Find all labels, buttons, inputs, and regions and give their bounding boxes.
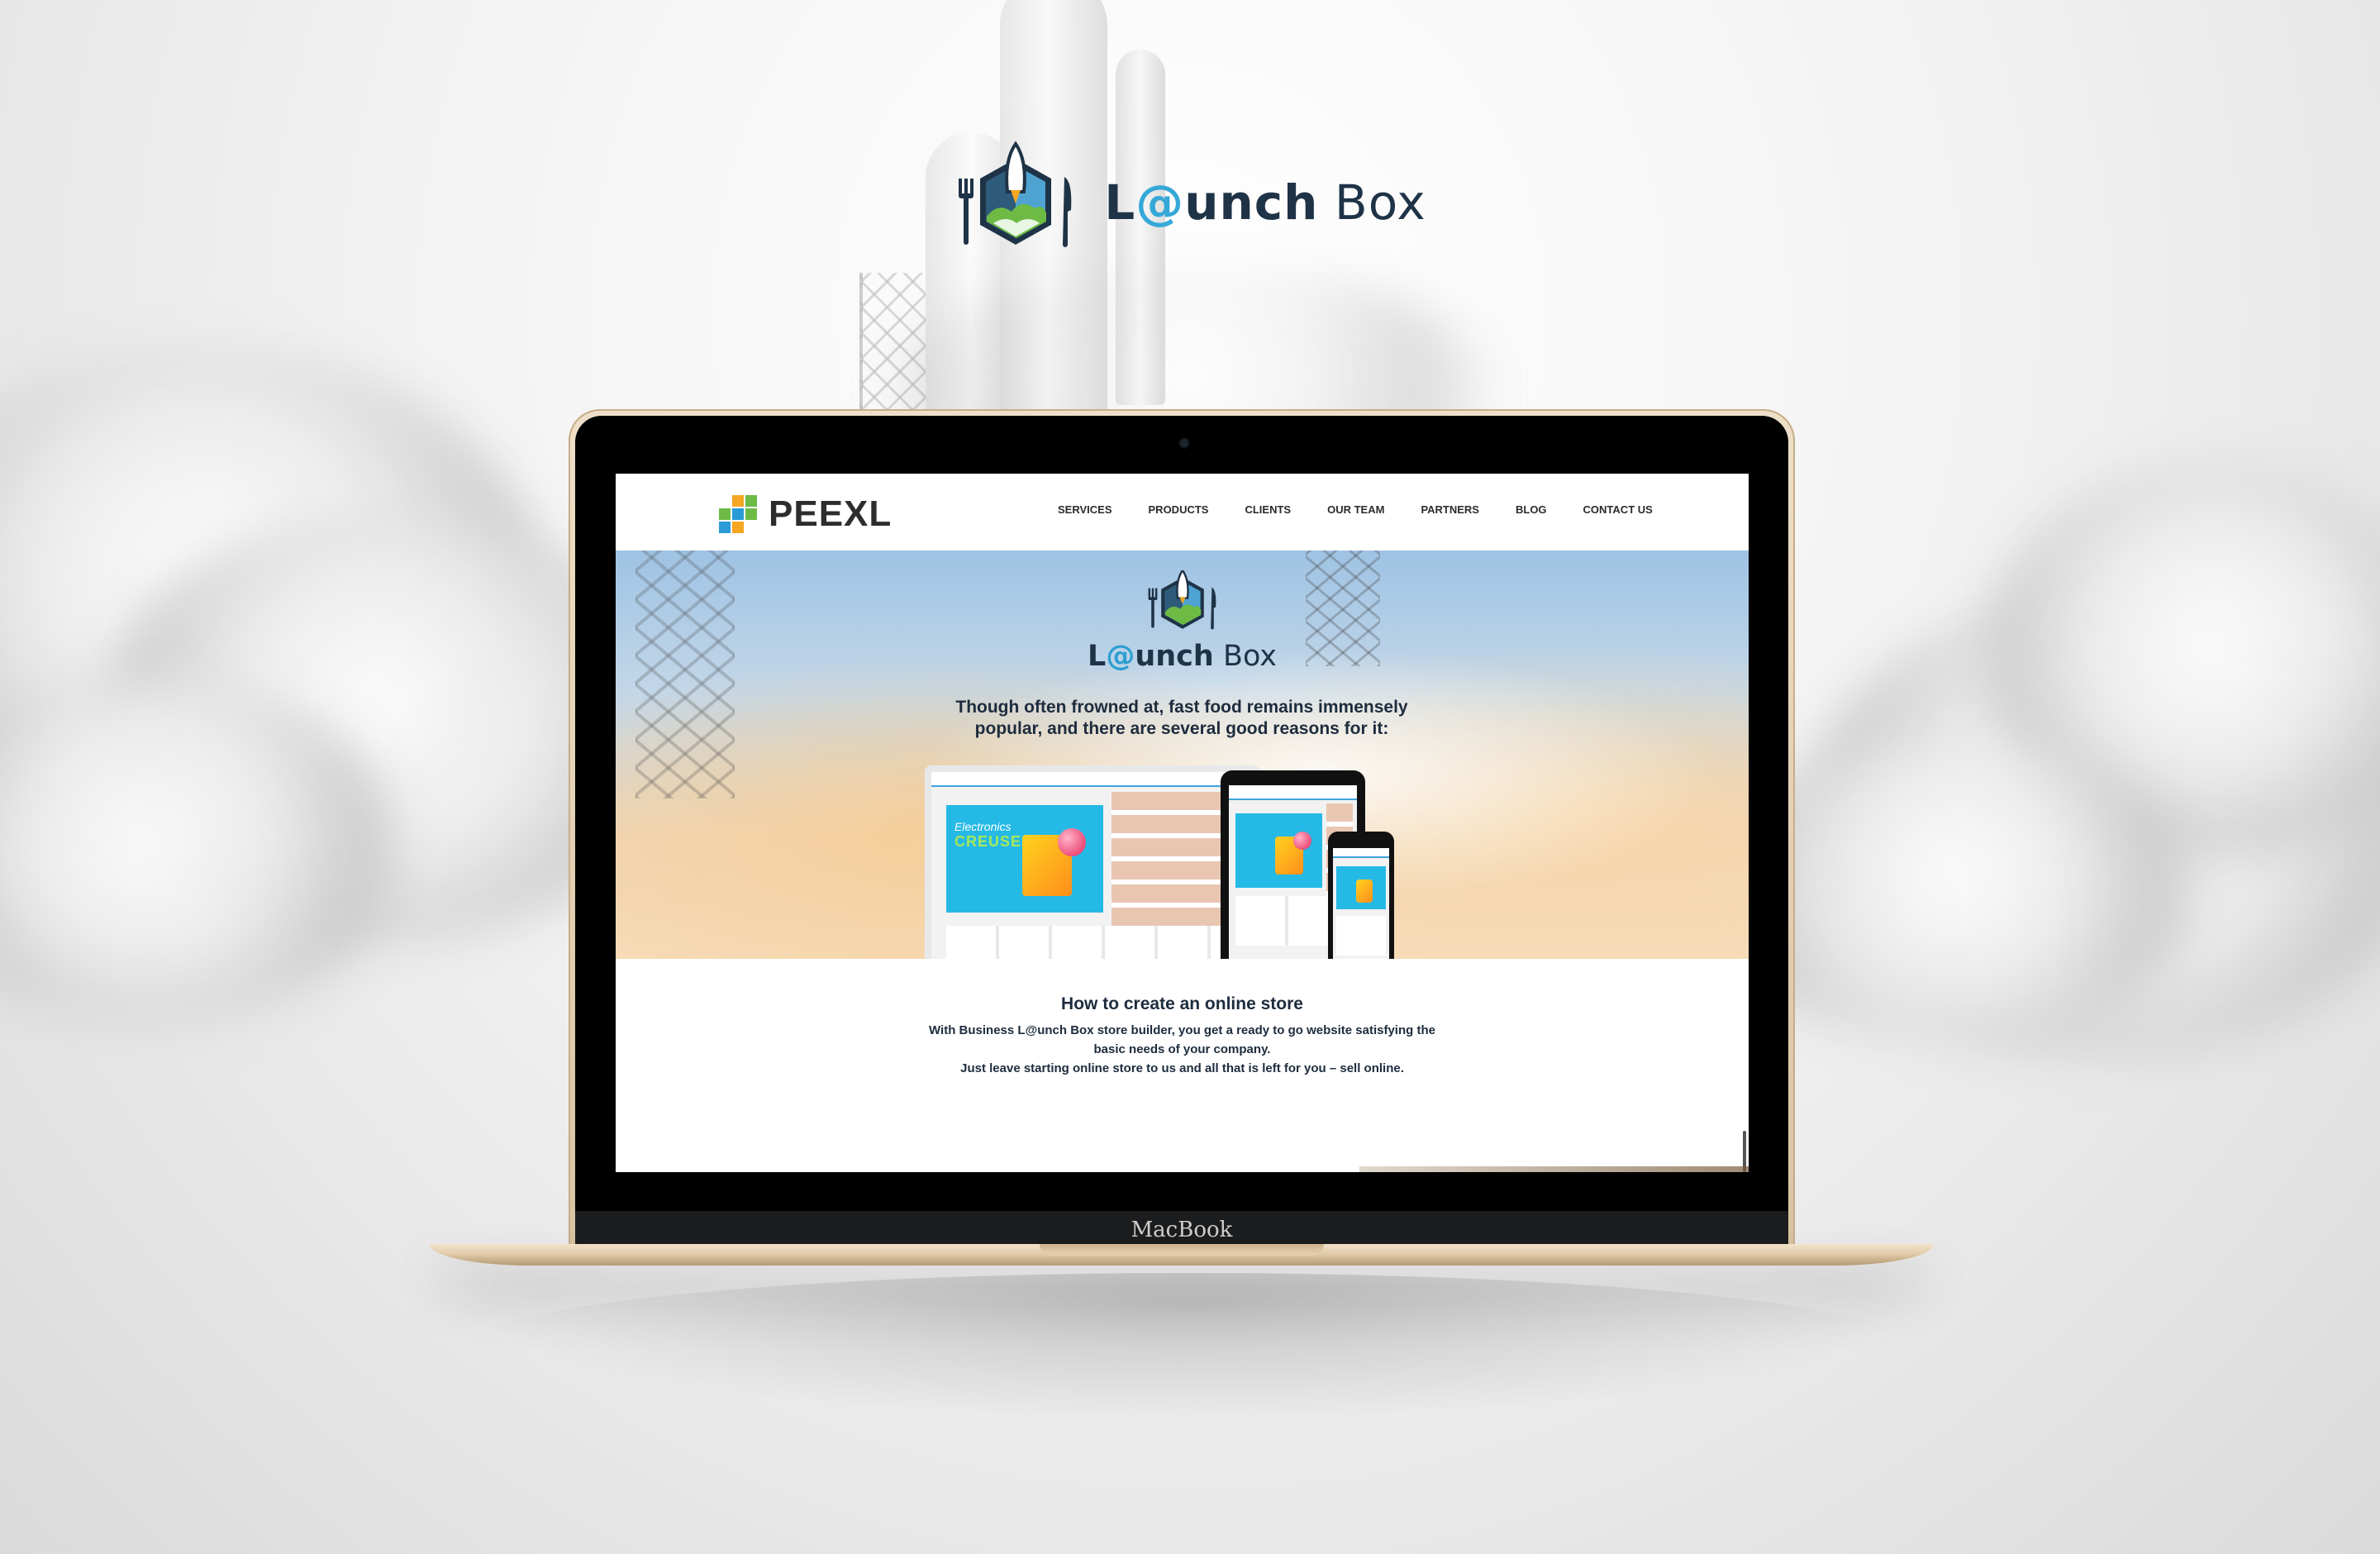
mockup-banner-line1: Electronics xyxy=(954,820,1011,833)
hero-tagline-line2: popular, and there are several good reas… xyxy=(974,719,1389,738)
macbook-hinge-notch xyxy=(1040,1244,1324,1256)
hero-section: L@unch Box Though often frowned at, fast… xyxy=(616,551,1749,959)
launch-box-rocket-icon xyxy=(1148,570,1216,630)
nav-our-team[interactable]: OUR TEAM xyxy=(1327,503,1384,516)
hero-brand-unch: unch xyxy=(1135,640,1214,673)
nav-contact-us[interactable]: CONTACT US xyxy=(1583,503,1653,516)
hero-brand-box: Box xyxy=(1213,640,1277,673)
brand-name-unch: unch xyxy=(1184,174,1319,231)
launch-box-header-logo: L@unch Box xyxy=(0,141,2380,265)
peexl-squares-icon xyxy=(719,495,757,533)
website-screen: PEEXL SERVICES PRODUCTS CLIENTS OUR TEAM… xyxy=(616,474,1749,1172)
brand-name-box: Box xyxy=(1318,174,1426,231)
hero-brand-prefix: L xyxy=(1088,640,1107,673)
about-line3: Just leave starting online store to us a… xyxy=(960,1061,1404,1075)
nav-products[interactable]: PRODUCTS xyxy=(1149,503,1209,516)
hero-tagline: Though often frowned at, fast food remai… xyxy=(934,697,1430,740)
brand-name-at: @ xyxy=(1135,174,1185,231)
about-line2: basic needs of your company. xyxy=(1093,1042,1271,1056)
peexl-logo-text: PEEXL xyxy=(769,493,892,534)
about-title: How to create an online store xyxy=(1061,994,1303,1013)
mockup-phone xyxy=(1328,832,1394,959)
brand-name-prefix: L xyxy=(1104,174,1136,231)
devices-mockup: Electronics CREUSE xyxy=(915,765,1444,959)
main-nav: SERVICES PRODUCTS CLIENTS OUR TEAM PARTN… xyxy=(1058,503,1653,516)
hero-brand-at: @ xyxy=(1106,640,1135,673)
mockup-laptop: Electronics CREUSE xyxy=(915,765,1270,959)
next-section-peek xyxy=(1359,1166,1749,1172)
nav-services[interactable]: SERVICES xyxy=(1058,503,1112,516)
hero-logo: L@unch Box xyxy=(616,570,1749,673)
nav-partners[interactable]: PARTNERS xyxy=(1421,503,1479,516)
about-section: How to create an online store With Busin… xyxy=(616,994,1749,1078)
hero-wordmark: L@unch Box xyxy=(1088,640,1277,673)
launch-box-rocket-icon xyxy=(959,141,1072,247)
macbook-device: PEEXL SERVICES PRODUCTS CLIENTS OUR TEAM… xyxy=(569,409,1795,1252)
hero-tagline-line1: Though often frowned at, fast food remai… xyxy=(955,698,1408,717)
nav-blog[interactable]: BLOG xyxy=(1516,503,1547,516)
mockup-banner-line2: CREUSE xyxy=(954,833,1022,850)
site-navbar: PEEXL SERVICES PRODUCTS CLIENTS OUR TEAM… xyxy=(616,474,1749,551)
device-shadow xyxy=(463,1273,1917,1422)
camera-icon xyxy=(1180,439,1188,447)
nav-clients[interactable]: CLIENTS xyxy=(1245,503,1291,516)
about-line1: With Business L@unch Box store builder, … xyxy=(929,1023,1435,1037)
launch-box-wordmark: L@unch Box xyxy=(1104,174,1426,231)
peexl-logo[interactable]: PEEXL xyxy=(719,493,892,535)
